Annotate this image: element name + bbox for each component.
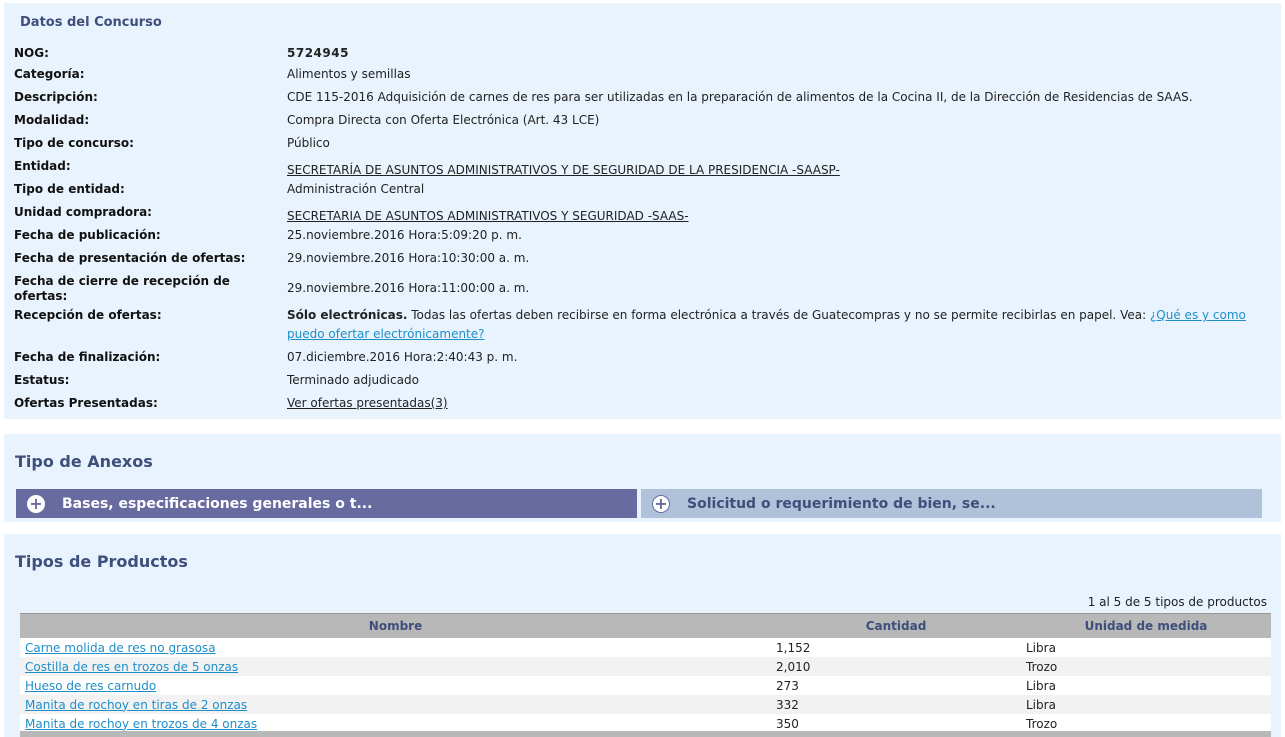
table-row: Hueso de res carnudo 273 Libra [20,676,1271,695]
table-header-row: Nombre Cantidad Unidad de medida [20,613,1271,638]
recepcion-text: Todas las ofertas deben recibirse en for… [407,308,1150,322]
column-header-nombre: Nombre [20,613,771,638]
plus-circle-icon: + [27,494,45,513]
cantidad-cell: 332 [771,695,1021,714]
cantidad-cell: 2,010 [771,657,1021,676]
productos-panel: Tipos de Productos 1 al 5 de 5 tipos de … [4,534,1281,737]
plus-circle-icon: + [652,494,670,513]
tab-bases-especificaciones[interactable]: + Bases, especificaciones generales o t.… [16,489,637,518]
table-row: Carne molida de res no grasosa 1,152 Lib… [20,638,1271,657]
value-descripcion: CDE 115-2016 Adquisición de carnes de re… [287,90,1193,104]
label-fecha-finalizacion: Fecha de finalización: [14,350,161,364]
panel-title: Datos del Concurso [20,15,162,30]
productos-table: Nombre Cantidad Unidad de medida Carne m… [20,613,1271,733]
label-modalidad: Modalidad: [14,113,90,127]
label-categoria: Categoría: [14,67,85,81]
producto-link[interactable]: Hueso de res carnudo [25,679,156,693]
unidad-cell: Libra [1021,695,1271,714]
label-recepcion-ofertas: Recepción de ofertas: [14,308,162,322]
value-nog: 5724945 [287,46,349,60]
producto-link[interactable]: Manita de rochoy en tiras de 2 onzas [25,698,247,712]
productos-title: Tipos de Productos [15,552,188,571]
column-header-cantidad: Cantidad [771,613,1021,638]
value-fecha-cierre: 29.noviembre.2016 Hora:11:00:00 a. m. [287,281,530,295]
datos-concurso-panel: Datos del Concurso NOG: 5724945 Categorí… [4,3,1281,419]
value-categoria: Alimentos y semillas [287,67,411,81]
value-fecha-presentacion: 29.noviembre.2016 Hora:10:30:00 a. m. [287,251,530,265]
value-recepcion-ofertas: Sólo electrónicas. Todas las ofertas deb… [287,306,1267,344]
label-estatus: Estatus: [14,373,70,387]
label-tipo-concurso: Tipo de concurso: [14,136,134,150]
value-modalidad: Compra Directa con Oferta Electrónica (A… [287,113,600,127]
value-fecha-publicacion: 25.noviembre.2016 Hora:5:09:20 p. m. [287,228,522,242]
label-tipo-entidad: Tipo de entidad: [14,182,125,196]
value-estatus: Terminado adjudicado [287,373,419,387]
unidad-cell: Libra [1021,676,1271,695]
unidad-compradora-link[interactable]: SECRETARIA DE ASUNTOS ADMINISTRATIVOS Y … [287,207,1267,225]
label-unidad-compradora: Unidad compradora: [14,205,152,219]
cantidad-cell: 273 [771,676,1021,695]
anexos-title: Tipo de Anexos [15,452,153,471]
producto-link[interactable]: Carne molida de res no grasosa [25,641,216,655]
value-tipo-concurso: Público [287,136,330,150]
tab-label: Solicitud o requerimiento de bien, se... [687,495,996,512]
label-descripcion: Descripción: [14,90,98,104]
table-row: Manita de rochoy en tiras de 2 onzas 332… [20,695,1271,714]
label-fecha-publicacion: Fecha de publicación: [14,228,161,242]
table-footer-bar [20,731,1271,737]
unidad-cell: Libra [1021,638,1271,657]
tab-solicitud-requerimiento[interactable]: + Solicitud o requerimiento de bien, se.… [641,489,1262,518]
label-entidad: Entidad: [14,159,71,173]
label-fecha-cierre: Fecha de cierre de recepción de ofertas: [14,274,230,303]
recepcion-bold: Sólo electrónicas. [287,308,408,322]
pager-info: 1 al 5 de 5 tipos de productos [1087,595,1267,609]
value-tipo-entidad: Administración Central [287,182,425,196]
label-ofertas-presentadas: Ofertas Presentadas: [14,396,158,410]
cantidad-cell: 1,152 [771,638,1021,657]
anexos-panel: Tipo de Anexos + Bases, especificaciones… [4,434,1281,522]
unidad-cell: Trozo [1021,657,1271,676]
producto-link[interactable]: Costilla de res en trozos de 5 onzas [25,660,238,674]
value-fecha-finalizacion: 07.diciembre.2016 Hora:2:40:43 p. m. [287,350,518,364]
tab-label: Bases, especificaciones generales o t... [62,495,373,512]
table-row: Costilla de res en trozos de 5 onzas 2,0… [20,657,1271,676]
entidad-link[interactable]: SECRETARÍA DE ASUNTOS ADMINISTRATIVOS Y … [287,161,1267,179]
label-fecha-presentacion: Fecha de presentación de ofertas: [14,251,246,265]
column-header-unidad: Unidad de medida [1021,613,1271,638]
producto-link[interactable]: Manita de rochoy en trozos de 4 onzas [25,717,257,731]
ver-ofertas-link[interactable]: Ver ofertas presentadas(3) [287,394,1267,412]
label-nog: NOG: [14,46,49,60]
